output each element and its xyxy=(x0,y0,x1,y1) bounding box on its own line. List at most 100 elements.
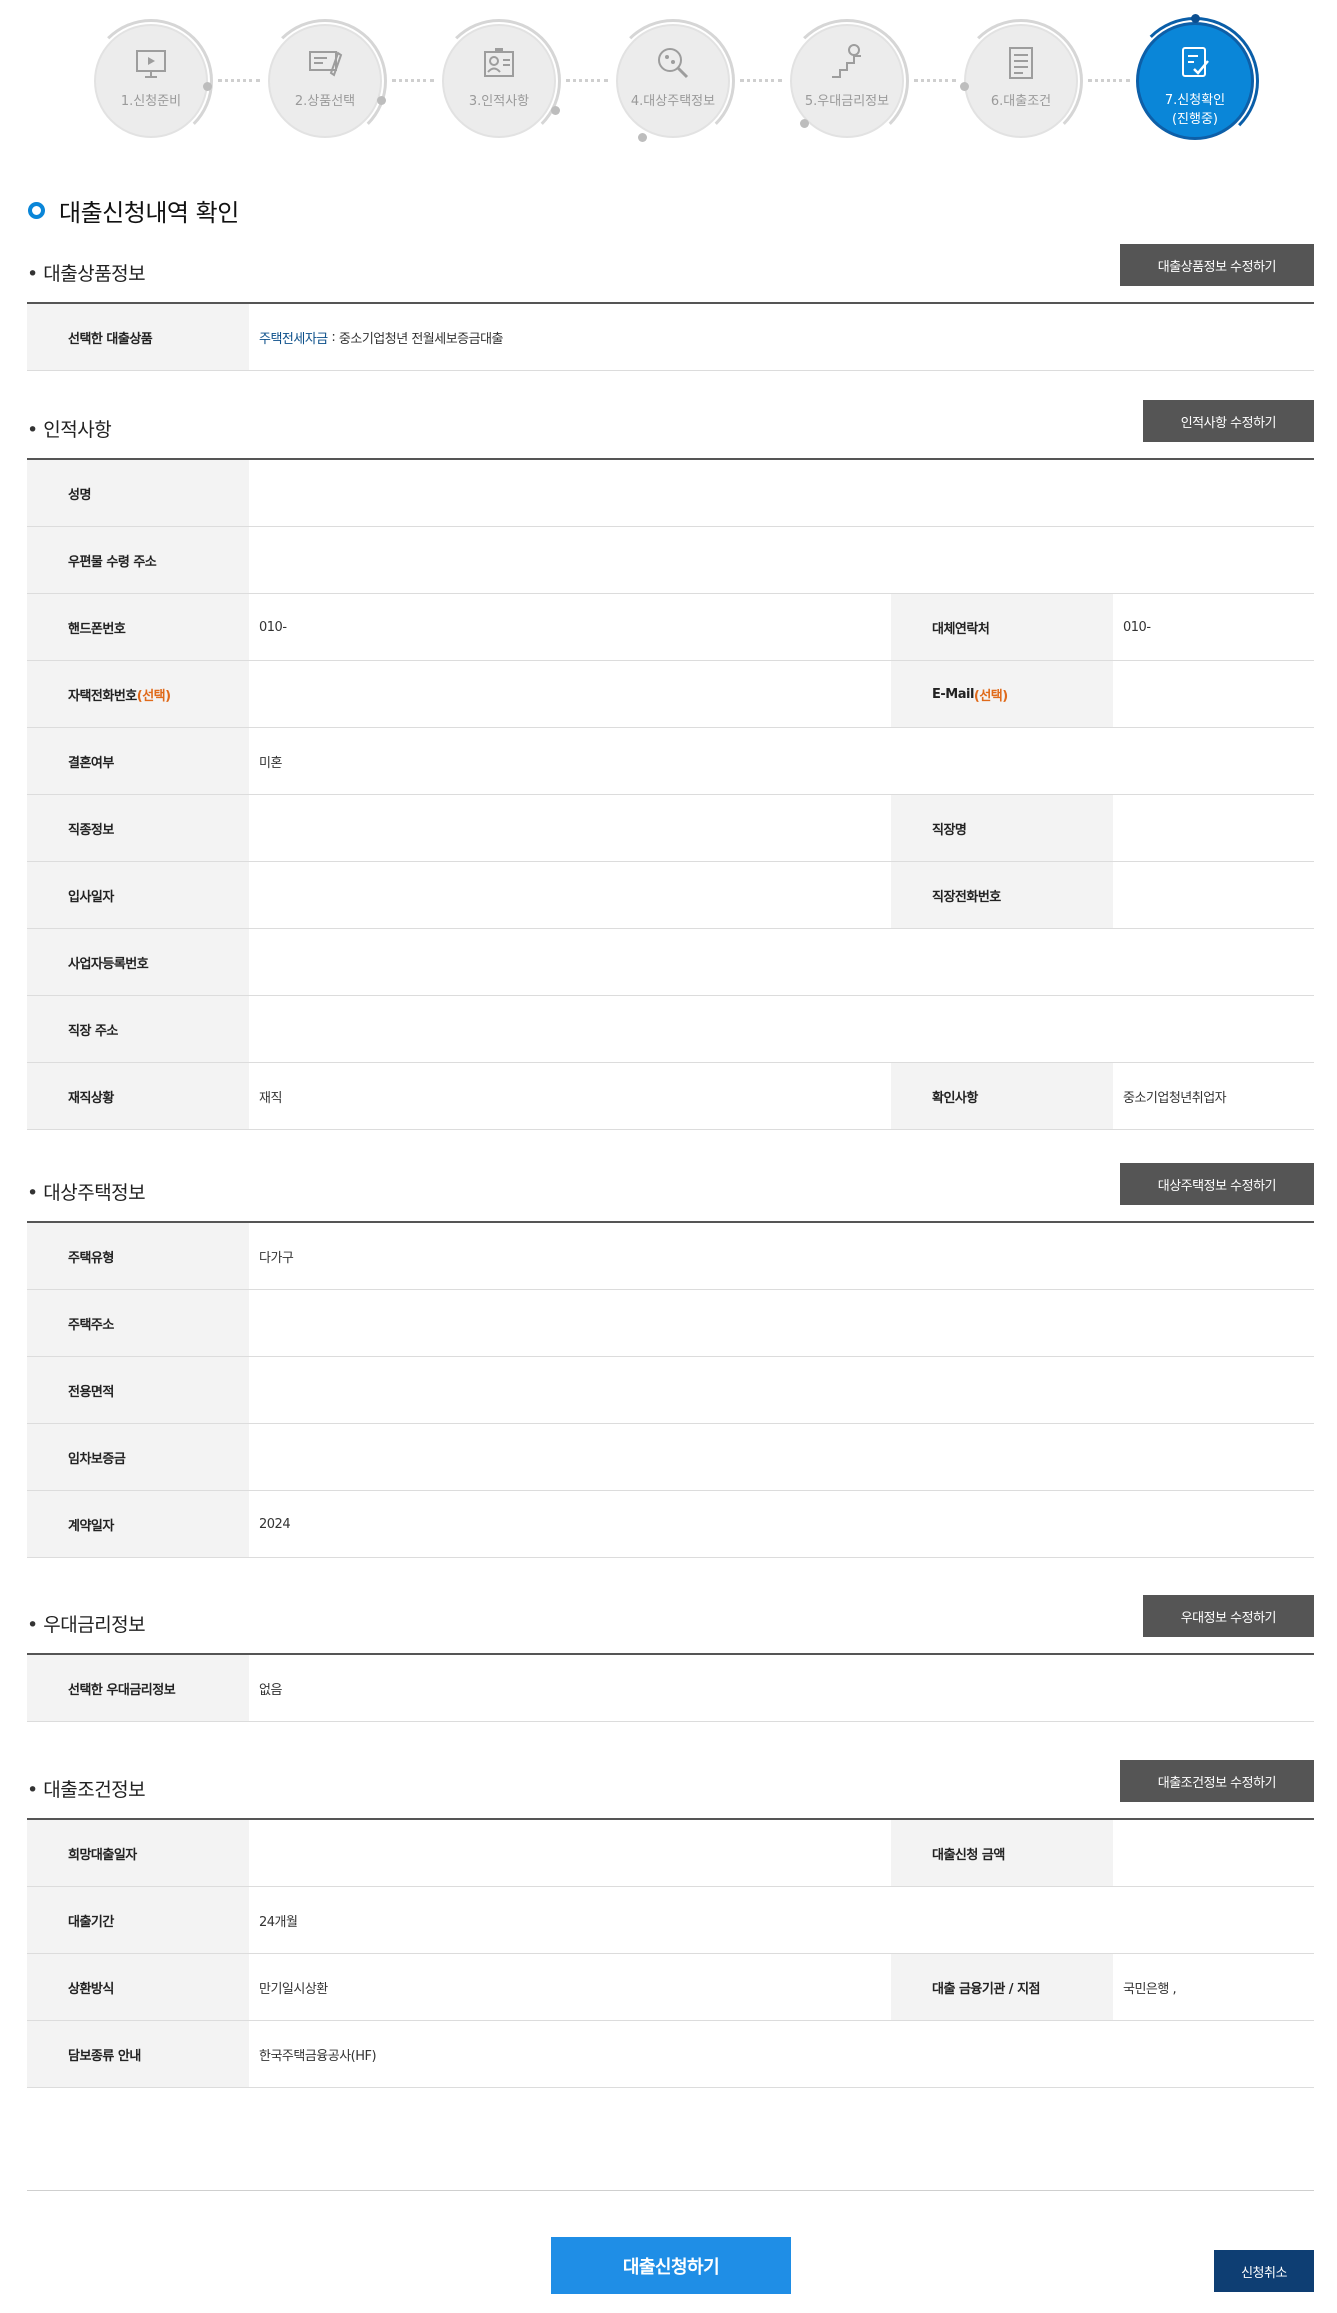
field-value: 2024 xyxy=(259,1516,291,1532)
step-label: 5.우대금리정보 xyxy=(804,94,890,109)
table-row: 결혼여부 미혼 xyxy=(27,728,1314,795)
table-row: 주택주소 xyxy=(27,1290,1314,1357)
cancel-application-button[interactable]: 신청취소 xyxy=(1214,2250,1314,2292)
field-value: 한국주택금융공사(HF) xyxy=(259,2048,377,2064)
field-label: 직장전화번호 xyxy=(891,862,1113,928)
loan-terms-table: 희망대출일자 대출신청 금액 대출기간 24개월 상환방식 만기일시상환 대출 … xyxy=(27,1818,1314,2088)
field-label: 상환방식 xyxy=(27,1954,249,2020)
field-label: 사업자등록번호 xyxy=(27,929,249,995)
edit-loan-product-button[interactable]: 대출상품정보 수정하기 xyxy=(1119,244,1314,286)
field-label: 직종정보 xyxy=(27,795,249,861)
table-row: 계약일자 2024 xyxy=(27,1491,1314,1558)
table-row: 상환방식 만기일시상환 대출 금융기관 / 지점 국민은행 , xyxy=(27,1954,1314,2021)
edit-preferential-button[interactable]: 우대정보 수정하기 xyxy=(1142,1595,1314,1637)
field-label: 대출신청 금액 xyxy=(891,1820,1113,1886)
field-value xyxy=(249,1290,1314,1356)
step-6: 6.대출조건 xyxy=(959,19,1083,143)
field-value xyxy=(249,460,1314,526)
step-label-status: (진행중) xyxy=(1171,112,1219,127)
page-title: 대출신청내역 확인 xyxy=(28,193,239,228)
preferential-table: 선택한 우대금리정보 없음 xyxy=(27,1653,1314,1722)
table-row: 입사일자 직장전화번호 xyxy=(27,862,1314,929)
field-label: 핸드폰번호 xyxy=(27,594,249,660)
edit-loan-terms-button[interactable]: 대출조건정보 수정하기 xyxy=(1119,1760,1314,1802)
table-row: 자택전화번호 (선택) E-Mail (선택) xyxy=(27,661,1314,728)
field-value: 국민은행 , xyxy=(1123,1981,1177,1997)
field-label: 직장 주소 xyxy=(27,996,249,1062)
table-row: 전용면적 xyxy=(27,1357,1314,1424)
step-label: 3.인적사항 xyxy=(468,94,530,109)
step-label-main: 7.신청확인 xyxy=(1164,93,1226,108)
table-row: 핸드폰번호 010- 대체연락처 010- xyxy=(27,594,1314,661)
step-label: 1.신청준비 xyxy=(120,94,182,109)
field-value: 010- xyxy=(259,619,287,635)
table-row: 선택한 우대금리정보 없음 xyxy=(27,1655,1314,1722)
section-house: 대상주택정보 대상주택정보 수정하기 주택유형 다가구 주택주소 전용면적 임차… xyxy=(27,1163,1314,1558)
field-value: 없음 xyxy=(259,1682,282,1698)
table-row: 성명 xyxy=(27,460,1314,527)
product-name: 중소기업청년 전월세보증금대출 xyxy=(338,331,504,347)
product-separator: : xyxy=(327,329,339,345)
id-card-icon xyxy=(484,48,514,77)
field-value xyxy=(249,661,891,727)
field-value: 24개월 xyxy=(259,1914,298,1930)
section-title: 대출상품정보 xyxy=(27,259,145,286)
table-row: 희망대출일자 대출신청 금액 xyxy=(27,1820,1314,1887)
field-label: 대출 금융기관 / 지점 xyxy=(891,1954,1113,2020)
step-connector xyxy=(566,79,608,82)
field-label: 주택주소 xyxy=(27,1290,249,1356)
card-select-icon xyxy=(309,51,343,77)
field-value xyxy=(249,1820,891,1886)
step-connector xyxy=(914,79,956,82)
step-connector xyxy=(1088,79,1130,82)
submit-loan-application-button[interactable]: 대출신청하기 xyxy=(551,2237,791,2294)
table-row: 담보종류 안내 한국주택금융공사(HF) xyxy=(27,2021,1314,2088)
step-3: 3.인적사항 xyxy=(437,19,561,143)
table-row: 직종정보 직장명 xyxy=(27,795,1314,862)
field-value xyxy=(1113,795,1314,861)
step-connector xyxy=(218,79,260,82)
progress-steps: 1.신청준비 2.상품선택 3.인적사항 4.대상주택정보 5.우대금리정보 6… xyxy=(0,0,1337,160)
field-label: 담보종류 안내 xyxy=(27,2021,249,2087)
field-label: 결혼여부 xyxy=(27,728,249,794)
section-title: 대출조건정보 xyxy=(27,1775,145,1802)
footer-divider xyxy=(27,2190,1314,2191)
title-bullet-icon xyxy=(28,202,45,219)
section-personal: 인적사항 인적사항 수정하기 성명 우편물 수령 주소 핸드폰번호 010- 대… xyxy=(27,400,1314,1130)
table-row: 임차보증금 xyxy=(27,1424,1314,1491)
section-title: 우대금리정보 xyxy=(27,1610,145,1637)
field-value: 010- xyxy=(1123,619,1151,635)
field-label: 우편물 수령 주소 xyxy=(27,527,249,593)
edit-personal-button[interactable]: 인적사항 수정하기 xyxy=(1142,400,1314,442)
table-row: 대출기간 24개월 xyxy=(27,1887,1314,1954)
field-label: 자택전화번호 (선택) xyxy=(27,661,249,727)
field-label: 계약일자 xyxy=(27,1491,249,1557)
table-row: 우편물 수령 주소 xyxy=(27,527,1314,594)
loan-product-table: 선택한 대출상품 주택전세자금 : 중소기업청년 전월세보증금대출 xyxy=(27,302,1314,371)
field-label: 전용면적 xyxy=(27,1357,249,1423)
field-label: 확인사항 xyxy=(891,1063,1113,1129)
field-label: 희망대출일자 xyxy=(27,1820,249,1886)
step-label: 6.대출조건 xyxy=(990,94,1052,109)
field-value xyxy=(249,862,891,928)
field-value: 만기일시상환 xyxy=(259,1981,328,1997)
field-value xyxy=(249,929,1314,995)
step-label: 4.대상주택정보 xyxy=(630,94,716,109)
field-label: 직장명 xyxy=(891,795,1113,861)
field-value xyxy=(249,996,1314,1062)
field-label-text: E-Mail xyxy=(932,686,974,702)
field-value: 재직 xyxy=(259,1090,282,1106)
step-4: 4.대상주택정보 xyxy=(611,19,735,143)
monitor-icon xyxy=(136,50,166,78)
house-table: 주택유형 다가구 주택주소 전용면적 임차보증금 계약일자 2024 xyxy=(27,1221,1314,1558)
table-row: 재직상황 재직 확인사항 중소기업청년취업자 xyxy=(27,1063,1314,1130)
optional-tag: (선택) xyxy=(973,688,1008,704)
table-row: 주택유형 다가구 xyxy=(27,1223,1314,1290)
table-row: 직장 주소 xyxy=(27,996,1314,1063)
document-icon xyxy=(1009,47,1033,79)
section-loan-terms: 대출조건정보 대출조건정보 수정하기 희망대출일자 대출신청 금액 대출기간 2… xyxy=(27,1760,1314,2088)
edit-house-button[interactable]: 대상주택정보 수정하기 xyxy=(1119,1163,1314,1205)
stairs-coin-icon xyxy=(832,44,861,78)
field-label: 선택한 우대금리정보 xyxy=(27,1655,249,1721)
field-value xyxy=(1113,862,1314,928)
